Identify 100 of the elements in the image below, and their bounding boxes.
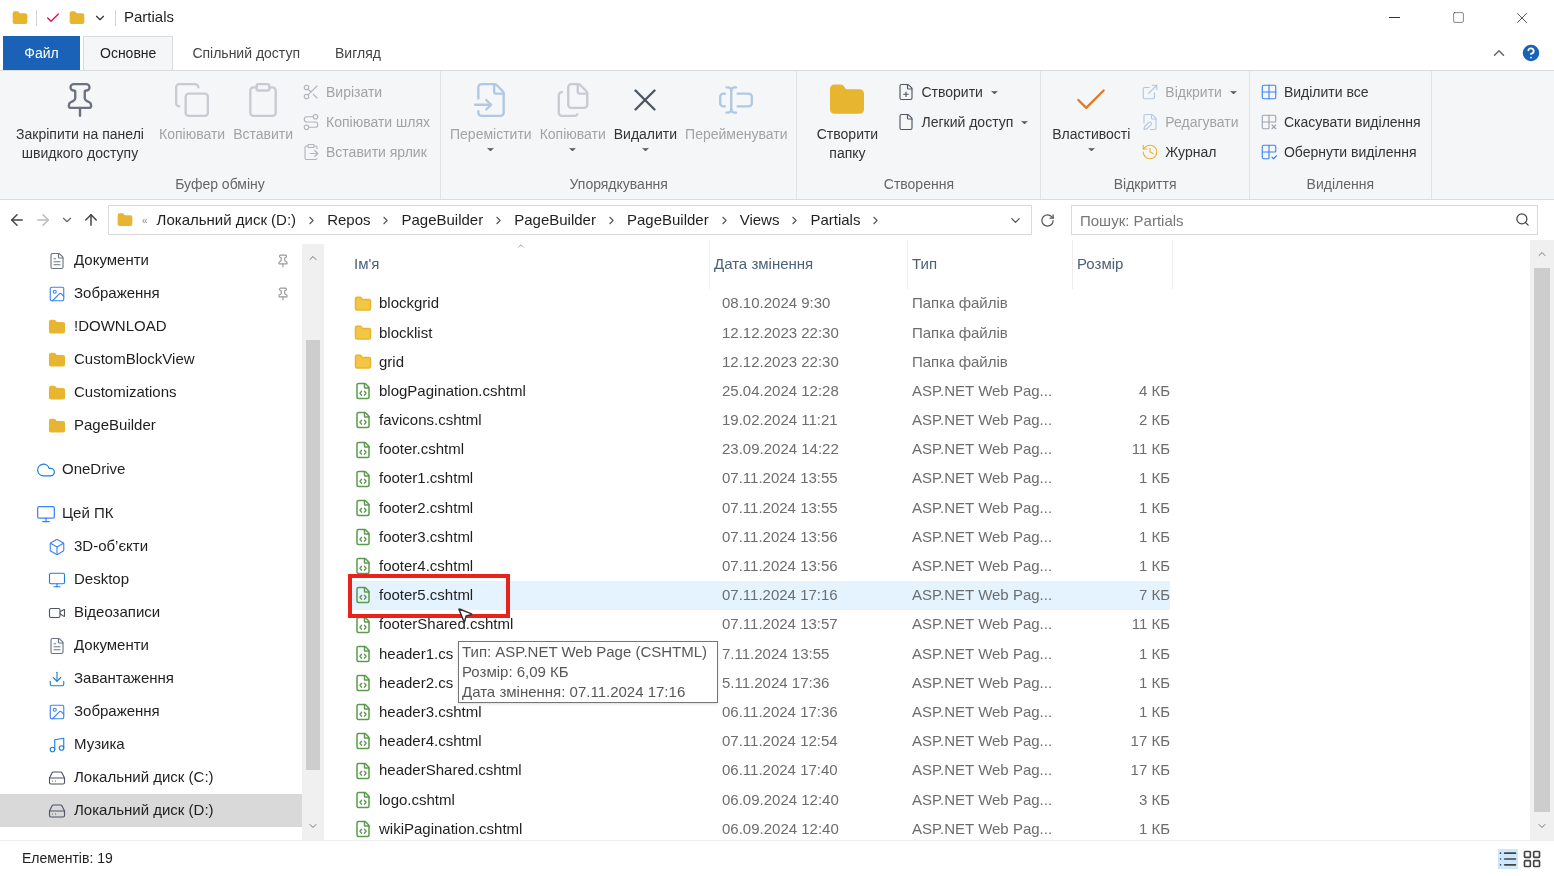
file-name[interactable]: footer.cshtml bbox=[379, 438, 465, 461]
date-cell-text: 23.09.2024 14:22 bbox=[721, 439, 840, 460]
file-name[interactable]: footer2.cshtml bbox=[379, 496, 474, 520]
sidebar-item[interactable]: PageBuilder bbox=[0, 409, 302, 442]
selected-row[interactable]: footer5.cshtml 07.11.2024 17:16 ASP.NET Web Pag... 7 КБ bbox=[350, 580, 1170, 611]
details-view-icon[interactable] bbox=[1498, 848, 1518, 869]
ribbon-button[interactable]: Скасувати виділення bbox=[1259, 111, 1421, 133]
breadcrumb[interactable]: Repos bbox=[327, 208, 371, 232]
ribbon-button[interactable]: Властивості bbox=[1047, 81, 1136, 173]
ribbon-button[interactable]: Створити папку bbox=[803, 81, 892, 173]
file-name[interactable]: blogPagination.cshtml bbox=[379, 379, 526, 403]
sidebar-item[interactable]: Customizations bbox=[0, 376, 302, 409]
breadcrumb[interactable]: Локальний диск (D:) bbox=[156, 208, 297, 232]
file-name[interactable]: headerShared.cshtml bbox=[379, 759, 522, 782]
breadcrumb[interactable]: PageBuilder bbox=[626, 208, 709, 232]
refresh-icon[interactable] bbox=[1040, 212, 1055, 228]
size-cell-text: 1 КБ bbox=[1137, 556, 1170, 577]
size-cell-text: 17 КБ bbox=[1129, 731, 1170, 752]
new-file-icon bbox=[897, 83, 916, 101]
ribbon-tab[interactable]: Файл bbox=[3, 36, 80, 70]
file-name[interactable]: header4.cshtml bbox=[379, 730, 482, 753]
tree-item[interactable]: Відеозаписи bbox=[0, 596, 302, 629]
ribbon-button[interactable]: Обернути виділення bbox=[1259, 141, 1421, 163]
back-icon[interactable] bbox=[8, 211, 26, 229]
column-header[interactable]: Ім'я bbox=[350, 240, 710, 289]
breadcrumb[interactable]: Partials bbox=[810, 208, 861, 232]
file-name[interactable]: footer3.cshtml bbox=[379, 525, 474, 549]
size-cell-text: 4 КБ bbox=[1137, 380, 1170, 401]
sidebar-item[interactable]: CustomBlockView bbox=[0, 343, 302, 376]
tiles-view-icon[interactable] bbox=[1522, 848, 1542, 869]
help-icon[interactable] bbox=[1520, 42, 1542, 64]
tree-item[interactable]: Завантаження bbox=[0, 662, 302, 695]
size-cell-text: 1 КБ bbox=[1137, 818, 1170, 839]
tree-item[interactable]: Цей ПК bbox=[0, 497, 302, 530]
file-name[interactable]: header3.cshtml bbox=[379, 700, 482, 724]
breadcrumb[interactable]: PageBuilder bbox=[514, 208, 596, 232]
column-header[interactable]: Розмір bbox=[1073, 240, 1173, 289]
ribbon-button[interactable]: Закріпити на панелі швидкого доступу bbox=[6, 81, 154, 173]
grid-icon bbox=[1259, 83, 1278, 101]
code-file-icon bbox=[354, 703, 372, 722]
file-name[interactable]: header1.cs bbox=[379, 642, 454, 666]
tree-item[interactable]: Локальний диск (D:) bbox=[0, 794, 302, 827]
column-header[interactable]: Тип bbox=[908, 240, 1073, 289]
date-cell-text: 07.11.2024 13:57 bbox=[721, 614, 839, 635]
file-name[interactable]: footer5.cshtml bbox=[379, 584, 474, 607]
drive-icon bbox=[48, 768, 66, 787]
file-name[interactable]: favicons.cshtml bbox=[379, 409, 482, 432]
size-cell-text: 1 КБ bbox=[1137, 497, 1170, 518]
column-header[interactable]: Дата змінення bbox=[710, 240, 908, 289]
image-icon bbox=[48, 702, 66, 721]
tree-item[interactable]: 3D-об’єкти bbox=[0, 530, 302, 563]
date-cell-text: 07.11.2024 13:55 bbox=[721, 497, 839, 518]
file-name[interactable]: grid bbox=[379, 350, 404, 374]
address-field[interactable]: « Локальний диск (D:) Repos PageBuilder PageBuilder PageBuilder Views Partials bbox=[108, 205, 1032, 235]
ribbon-button[interactable]: Журнал bbox=[1141, 141, 1239, 163]
file-name[interactable]: blockgrid bbox=[379, 292, 440, 315]
date-cell-text: 5.11.2024 17:36 bbox=[721, 672, 831, 693]
sidebar-item[interactable]: !DOWNLOAD bbox=[0, 310, 302, 343]
file-name[interactable]: blocklist bbox=[379, 321, 433, 345]
tree-item[interactable]: Локальний диск (C:) bbox=[0, 761, 302, 794]
image-icon bbox=[48, 284, 66, 303]
file-name[interactable]: wikiPagination.cshtml bbox=[379, 817, 523, 841]
code-file-icon bbox=[354, 440, 372, 459]
tree-item[interactable]: OneDrive bbox=[0, 453, 302, 486]
file-name[interactable]: footer4.cshtml bbox=[379, 555, 474, 578]
date-cell-text: 12.12.2023 22:30 bbox=[721, 351, 840, 372]
tree-item[interactable]: Зображення bbox=[0, 695, 302, 728]
file-name[interactable]: logo.cshtml bbox=[379, 788, 455, 812]
copy-icon bbox=[173, 81, 212, 119]
document-icon bbox=[48, 636, 66, 655]
ribbon-tab[interactable]: Вигляд bbox=[319, 36, 397, 70]
type-cell-text: Папка файлів bbox=[911, 322, 1009, 343]
file-name[interactable]: footer1.cshtml bbox=[379, 467, 474, 490]
grid-icon bbox=[1259, 143, 1278, 161]
tree-item[interactable]: Desktop bbox=[0, 563, 302, 596]
ribbon-button[interactable]: Легкий доступ bbox=[897, 111, 1031, 133]
search-field[interactable]: Пошук: Partials bbox=[1071, 205, 1538, 235]
breadcrumb[interactable]: PageBuilder bbox=[401, 208, 484, 232]
ribbon-tab[interactable]: Основне bbox=[83, 36, 174, 70]
up-icon[interactable] bbox=[82, 211, 100, 229]
ribbon-tab[interactable]: Спільний доступ bbox=[176, 36, 316, 70]
tree-item[interactable]: Музика bbox=[0, 728, 302, 761]
ribbon-button[interactable]: Видалити bbox=[610, 81, 681, 173]
date-cell-text: 07.11.2024 12:54 bbox=[721, 731, 839, 752]
date-cell-text: 7.11.2024 13:55 bbox=[721, 643, 831, 664]
ribbon-button[interactable]: Виділити все bbox=[1259, 81, 1421, 103]
sidebar-item[interactable]: Зображення bbox=[0, 277, 302, 310]
code-file-icon bbox=[354, 615, 372, 634]
folder-icon bbox=[354, 323, 372, 342]
tooltip-line: Тип: ASP.NET Web Page (CSHTML) bbox=[462, 642, 709, 662]
file-name[interactable]: header2.cs bbox=[379, 671, 454, 695]
sidebar-item[interactable]: Документи bbox=[0, 244, 302, 277]
tree-item[interactable]: Документи bbox=[0, 629, 302, 662]
breadcrumb[interactable]: Views bbox=[739, 208, 780, 232]
ribbon-button[interactable]: Створити bbox=[897, 81, 1031, 103]
type-cell-text: ASP.NET Web Pag... bbox=[911, 672, 1054, 693]
group-label: Виділення bbox=[1305, 175, 1375, 194]
download-icon bbox=[48, 669, 66, 688]
sort-icon bbox=[516, 241, 526, 251]
type-cell-text: ASP.NET Web Pag... bbox=[911, 439, 1054, 460]
